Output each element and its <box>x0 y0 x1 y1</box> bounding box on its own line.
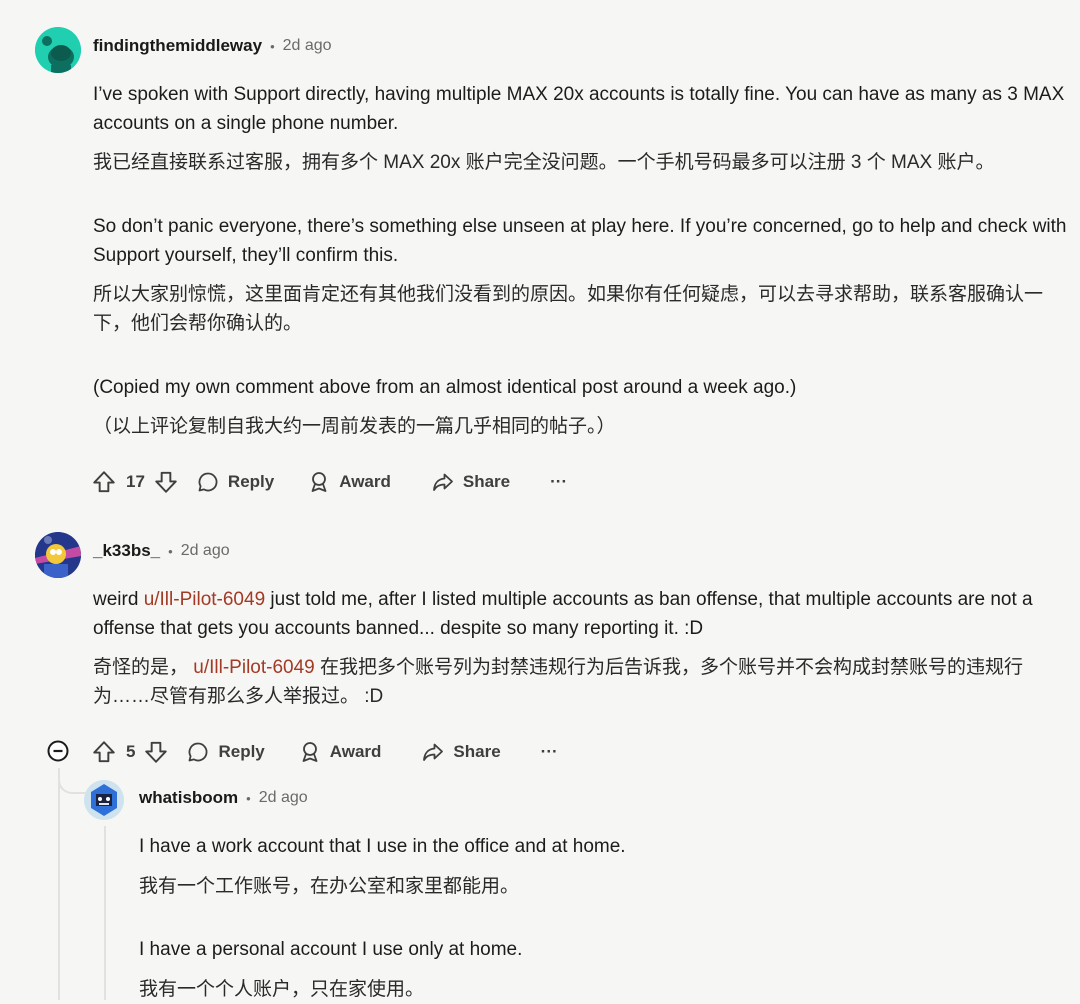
more-options-button[interactable]: ··· <box>541 742 558 762</box>
timestamp[interactable]: 2d ago <box>259 789 308 807</box>
separator: • <box>246 790 251 806</box>
comment-translation: 奇怪的是， u/Ill-Pilot-6049 在我把多个账号列为封禁违规行为后告… <box>93 653 1073 711</box>
username[interactable]: findingthemiddleway <box>93 36 262 56</box>
vote-count: 17 <box>126 472 145 491</box>
comment-translation: 我有一个工作账号，在办公室和家里都能用。 <box>139 876 520 897</box>
comment-translation: 所以大家别惊慌，这里面肯定还有其他我们没看到的原因。如果你有任何疑虑，可以去寻求… <box>93 284 1044 334</box>
comment-bubble-icon <box>198 472 218 492</box>
downvote-icon[interactable] <box>143 739 169 765</box>
award-icon <box>302 742 318 762</box>
child-thread-line <box>104 826 106 1000</box>
award-icon <box>311 472 327 492</box>
action-bar: 5 Reply Award Share ··· <box>91 736 558 768</box>
separator: • <box>168 543 173 559</box>
share-button[interactable]: Share <box>431 470 510 494</box>
comment-text: I have a work account that I use in the … <box>139 836 626 857</box>
upvote-icon[interactable] <box>91 739 117 765</box>
avatar[interactable] <box>35 27 81 73</box>
downvote-icon[interactable] <box>153 469 179 495</box>
user-mention-link[interactable]: u/Ill-Pilot-6049 <box>144 589 265 610</box>
comment-text: weird u/Ill-Pilot-6049 just told me, aft… <box>93 585 1068 643</box>
reply-label: Reply <box>227 472 275 491</box>
thread-line <box>58 768 60 1000</box>
award-button[interactable]: Award <box>298 740 382 764</box>
reply-button[interactable]: Reply <box>196 470 274 494</box>
snoo-avatar-icon <box>35 27 81 73</box>
share-button[interactable]: Share <box>421 740 501 764</box>
timestamp[interactable]: 2d ago <box>283 37 332 55</box>
reply-label: Reply <box>218 742 265 761</box>
username[interactable]: _k33bs_ <box>93 541 160 561</box>
more-options-button[interactable]: ··· <box>550 472 567 492</box>
award-button[interactable]: Award <box>307 470 391 494</box>
share-icon <box>432 473 453 491</box>
comment-header: whatisboom • 2d ago <box>139 788 308 808</box>
comment-header: findingthemiddleway • 2d ago <box>93 36 332 56</box>
timestamp[interactable]: 2d ago <box>181 542 230 560</box>
award-label: Award <box>339 472 391 491</box>
reply-button[interactable]: Reply <box>186 740 265 764</box>
comment-text: I’ve spoken with Support directly, havin… <box>93 84 1065 134</box>
comment-translation: （以上评论复制自我大约一周前发表的一篇几乎相同的帖子。） <box>93 416 616 437</box>
collapse-thread-button[interactable] <box>47 740 69 762</box>
award-label: Award <box>329 742 382 761</box>
vote-count: 5 <box>126 742 136 761</box>
user-mention-link[interactable]: u/Ill-Pilot-6049 <box>193 657 314 678</box>
username[interactable]: whatisboom <box>139 788 238 808</box>
character-avatar-icon <box>35 532 81 578</box>
action-bar: 17 Reply Award Share ··· <box>91 466 567 498</box>
text-segment: 奇怪的是， <box>93 657 194 678</box>
comment-bubble-icon <box>189 742 208 762</box>
comment-text: So don’t panic everyone, there’s somethi… <box>93 216 1067 266</box>
comment-text: (Copied my own comment above from an alm… <box>93 377 797 398</box>
comment-translation: 我已经直接联系过客服，拥有多个 MAX 20x 账户完全没问题。一个手机号码最多… <box>93 152 995 173</box>
avatar[interactable] <box>35 532 81 578</box>
share-label: Share <box>462 472 511 491</box>
avatar[interactable] <box>84 780 124 820</box>
text-segment: weird <box>93 589 144 610</box>
comment-header: _k33bs_ • 2d ago <box>93 541 230 561</box>
upvote-icon[interactable] <box>91 469 117 495</box>
share-icon <box>423 743 444 761</box>
comment-text: I have a personal account I use only at … <box>139 939 523 960</box>
separator: • <box>270 38 275 54</box>
minus-circle-icon <box>47 740 69 762</box>
share-label: Share <box>453 742 501 761</box>
robot-avatar-icon <box>84 780 124 820</box>
